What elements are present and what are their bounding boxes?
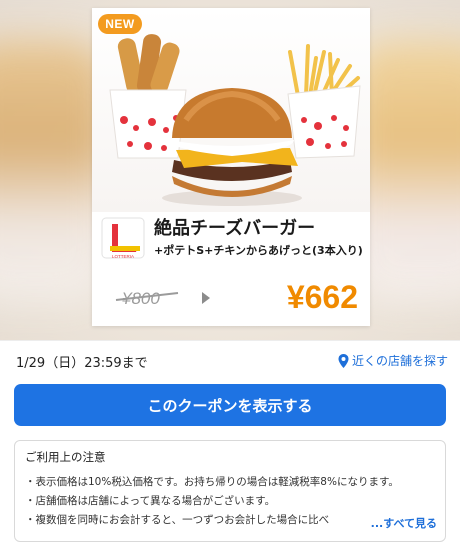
divider	[0, 340, 460, 341]
new-badge: NEW	[98, 14, 142, 34]
usage-notes: ご利用上の注意 ・表示価格は10%税込価格です。お持ち帰りの場合は軽減税率8%に…	[14, 440, 446, 542]
chicken-box	[109, 34, 187, 159]
see-all-link[interactable]: ...すべて見る	[350, 515, 437, 531]
note-item: ・表示価格は10%税込価格です。お持ち帰りの場合は軽減税率8%になります。	[25, 476, 399, 488]
coupon-card: NEW LOTTERIA 絶品チーズバーガー +ポテトS+チキンからあげっと(3…	[92, 8, 370, 326]
show-coupon-button[interactable]: このクーポンを表示する	[14, 384, 446, 426]
burger-set-illustration	[109, 34, 361, 206]
arrow-right-icon	[202, 292, 210, 304]
near-store-link[interactable]: 近くの店舗を探す	[338, 352, 448, 369]
product-photo: NEW	[92, 8, 370, 212]
expiry-date: 1/29（日）23:59まで	[16, 356, 148, 371]
notes-title: ご利用上の注意	[25, 450, 106, 464]
product-name: 絶品チーズバーガー	[154, 217, 315, 239]
coupon-info-panel: LOTTERIA 絶品チーズバーガー +ポテトS+チキンからあげっと(3本入り)…	[101, 217, 363, 315]
brand-logo-text: LOTTERIA	[112, 254, 134, 259]
coupon-hero: NEW LOTTERIA 絶品チーズバーガー +ポテトS+チキンからあげっと(3…	[0, 0, 460, 340]
fries-box	[287, 44, 361, 159]
product-sub: +ポテトS+チキンからあげっと(3本入り)	[154, 243, 363, 257]
new-price: ¥662	[287, 279, 358, 315]
note-item: ・店舗価格は店舗によって異なる場合がございます。	[25, 495, 276, 507]
location-pin-icon	[338, 353, 349, 368]
near-store-label: 近くの店舗を探す	[351, 354, 448, 368]
